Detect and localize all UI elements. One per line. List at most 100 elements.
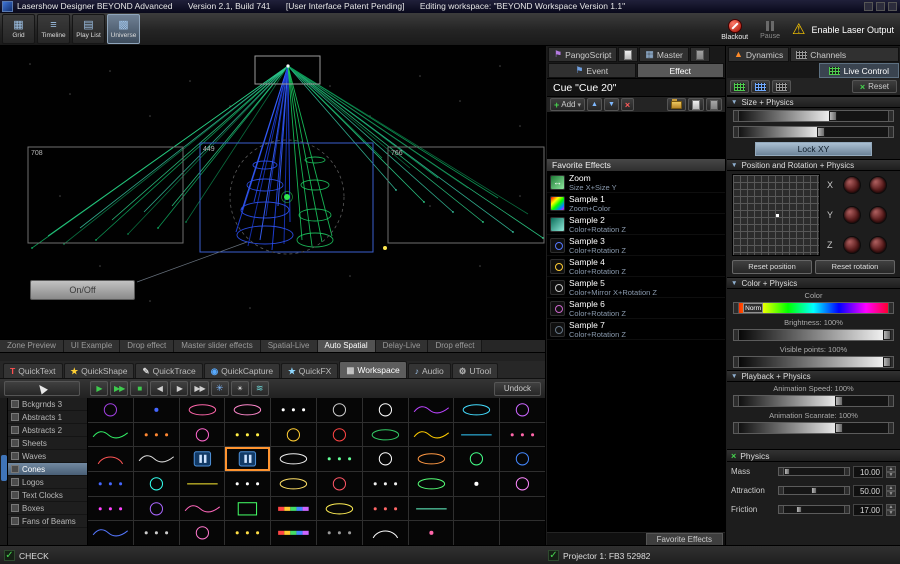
favorite-effects-tab[interactable]: Favorite Effects	[646, 533, 723, 545]
step-forward-button[interactable]: ▶	[170, 381, 188, 396]
frame-cell-37[interactable]	[409, 472, 454, 496]
favorite-effect-item-sample-7[interactable]: Sample 7Color+Rotation Z	[547, 319, 725, 340]
tab-quicktext[interactable]: TQuickText	[3, 363, 63, 378]
frame-cell-7[interactable]	[409, 398, 454, 422]
frame-cell-17[interactable]	[409, 423, 454, 447]
frame-cell-12[interactable]	[180, 423, 225, 447]
favorite-effect-item-sample-5[interactable]: Sample 5Color+Mirror X+Rotation Z	[547, 277, 725, 298]
frame-cell-11[interactable]	[134, 423, 179, 447]
value-spinner[interactable]: ▲▼	[886, 485, 896, 497]
frame-cell-41[interactable]	[134, 497, 179, 521]
frame-cell-39[interactable]	[500, 472, 545, 496]
zone-tab-spatial-live[interactable]: Spatial-Live	[261, 340, 318, 352]
open-effect-button[interactable]	[667, 98, 686, 111]
zone-tab-zone-preview[interactable]: Zone Preview	[0, 340, 64, 352]
color-slider[interactable]: Norm	[733, 302, 894, 314]
frame-cell-56[interactable]	[363, 521, 408, 545]
value-spinner[interactable]: ▲▼	[886, 466, 896, 478]
move-up-button[interactable]: ▲	[587, 98, 602, 111]
reset-rotation-button[interactable]: Reset rotation	[815, 260, 895, 274]
frame-cell-5[interactable]	[317, 398, 362, 422]
slider-handle[interactable]	[883, 357, 891, 367]
zone-tab-drop-effect[interactable]: Drop effect	[120, 340, 174, 352]
frame-cell-40[interactable]	[88, 497, 133, 521]
tab-pangoscript[interactable]: ⚑ PangoScript	[548, 47, 617, 62]
rotation-y-knob[interactable]	[869, 206, 887, 224]
size-x-slider[interactable]	[733, 110, 894, 122]
animation-scanrate-slider[interactable]	[733, 422, 894, 434]
value-spinner[interactable]: ▲▼	[886, 504, 896, 516]
physics-friction-slider[interactable]	[778, 505, 850, 514]
scrollbar-thumb[interactable]	[1, 455, 7, 481]
view-button-universe[interactable]: ▩Universe	[107, 14, 140, 44]
section-playback-physics[interactable]: ▼ Playback + Physics	[727, 370, 900, 382]
frame-cell-54[interactable]	[271, 521, 316, 545]
frame-cell-36[interactable]	[363, 472, 408, 496]
frame-cell-45[interactable]	[317, 497, 362, 521]
grid-gray-button[interactable]	[772, 80, 791, 93]
tab-utool[interactable]: ⚙UTool	[452, 363, 498, 378]
brightness-slider[interactable]	[733, 329, 894, 341]
tab-quicktrace[interactable]: ✎QuickTrace	[135, 363, 202, 378]
slider-handle[interactable]	[883, 330, 891, 340]
frame-cell-35[interactable]	[317, 472, 362, 496]
frame-cell-46[interactable]	[363, 497, 408, 521]
frame-cell-48[interactable]	[454, 497, 499, 521]
frame-cell-0[interactable]	[88, 398, 133, 422]
section-position-rotation[interactable]: ▼ Position and Rotation + Physics	[727, 159, 900, 171]
physics-mass-slider[interactable]	[778, 467, 850, 476]
frame-cell-1[interactable]	[134, 398, 179, 422]
position-z-knob[interactable]	[843, 236, 861, 254]
tab-dynamics[interactable]: ▲ Dynamics	[728, 47, 789, 62]
zone-tab-auto-spatial[interactable]: Auto Spatial	[318, 340, 376, 352]
blackout-button[interactable]: Blackout	[721, 19, 748, 41]
frame-cell-34[interactable]	[271, 472, 316, 496]
frame-cell-50[interactable]	[88, 521, 133, 545]
frame-cell-51[interactable]	[134, 521, 179, 545]
frame-cell-57[interactable]	[409, 521, 454, 545]
fx-button[interactable]: ✳	[211, 381, 229, 396]
frame-cell-27[interactable]	[409, 447, 454, 471]
physics-header[interactable]: × Physics	[727, 449, 900, 462]
go-button[interactable]: ■	[130, 381, 148, 396]
pause-button[interactable]: Pause	[760, 20, 780, 40]
frame-cell-43[interactable]	[225, 497, 270, 521]
rotation-z-knob[interactable]	[869, 236, 887, 254]
play-all-button[interactable]: ▶▶	[110, 381, 128, 396]
tab-live-control[interactable]: Live Control	[819, 63, 899, 78]
laser-preview[interactable]: 708449766 On/Off	[0, 46, 546, 339]
visible-points-slider[interactable]	[733, 356, 894, 368]
skip-forward-button[interactable]: ▶▶	[190, 381, 208, 396]
frame-cell-52[interactable]	[180, 521, 225, 545]
frame-cell-25[interactable]	[317, 447, 362, 471]
grid-blue-button[interactable]	[751, 80, 770, 93]
frame-cell-59[interactable]	[500, 521, 545, 545]
favorite-effect-item-sample-2[interactable]: Sample 2Color+Rotation Z	[547, 214, 725, 235]
category-abstracts-1[interactable]: Abstracts 1	[8, 411, 87, 424]
tab-quickfx[interactable]: ★QuickFX	[281, 363, 338, 378]
frame-cell-3[interactable]	[225, 398, 270, 422]
spinner-down-icon[interactable]: ▼	[886, 472, 896, 478]
tab-workspace[interactable]: ▦Workspace	[339, 361, 406, 378]
position-x-knob[interactable]	[843, 176, 861, 194]
select-tool-button[interactable]	[4, 381, 80, 396]
slider-handle[interactable]	[817, 127, 825, 137]
tab-audio[interactable]: ♪Audio	[408, 363, 451, 378]
view-button-timeline[interactable]: ≡Timeline	[37, 14, 70, 44]
play-button[interactable]: ▶	[90, 381, 108, 396]
delete-effect-button[interactable]: ×	[621, 98, 634, 111]
tab-master[interactable]: ▦ Master	[639, 47, 689, 62]
category-sheets[interactable]: Sheets	[8, 437, 87, 450]
position-pad[interactable]	[732, 174, 820, 256]
spinner-down-icon[interactable]: ▼	[886, 491, 896, 497]
slider-handle[interactable]	[784, 468, 790, 475]
slider-handle[interactable]	[829, 111, 837, 121]
step-back-button[interactable]: ◀	[150, 381, 168, 396]
frame-cell-23[interactable]	[225, 447, 270, 471]
window-controls[interactable]	[864, 2, 897, 11]
grid-green-button[interactable]	[730, 80, 749, 93]
tab-quickcapture[interactable]: ◉QuickCapture	[204, 363, 280, 378]
frame-cell-19[interactable]	[500, 423, 545, 447]
frame-cell-4[interactable]	[271, 398, 316, 422]
position-y-knob[interactable]	[843, 206, 861, 224]
